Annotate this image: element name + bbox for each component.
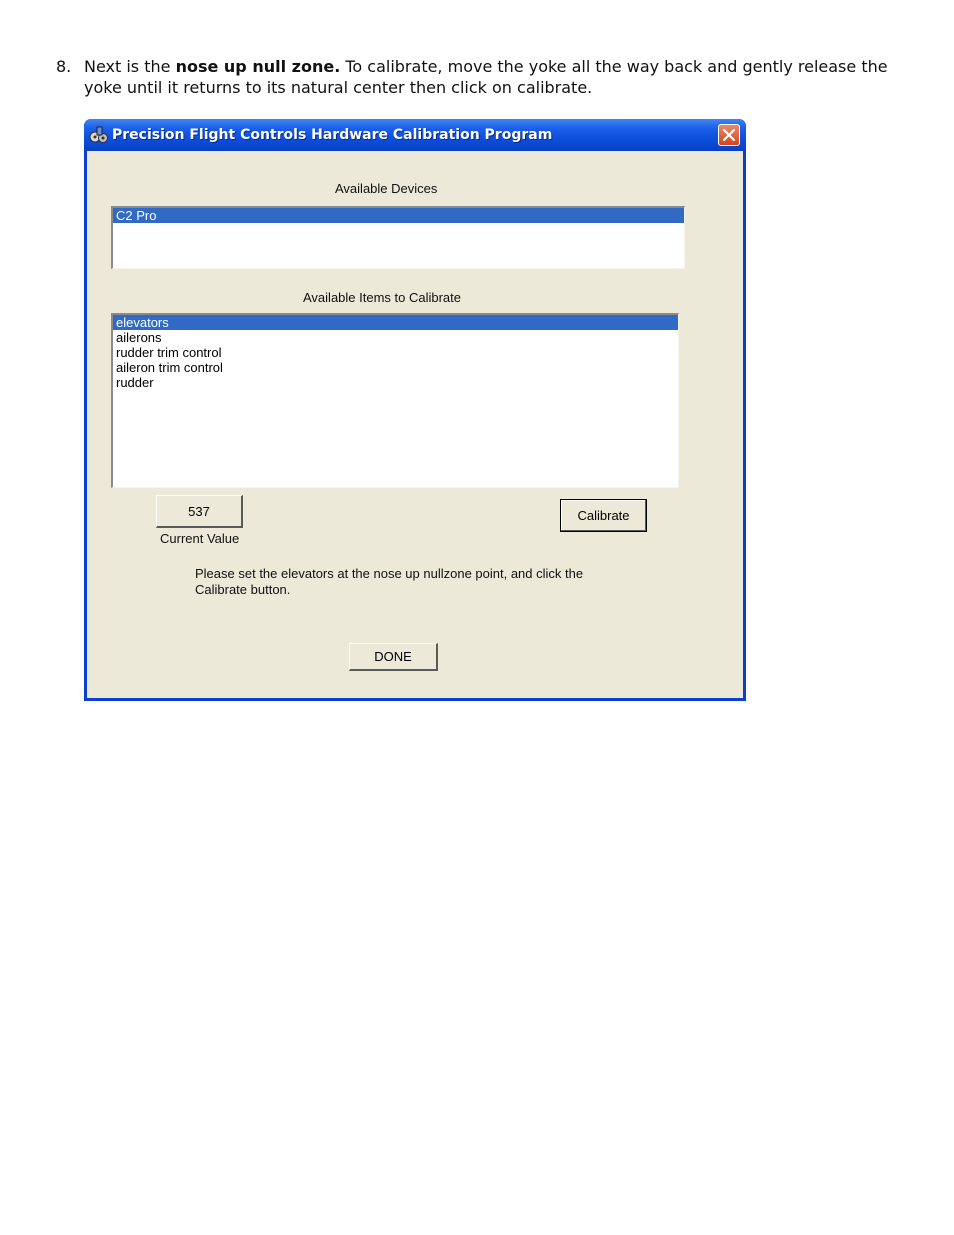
item-rudder[interactable]: rudder [113,375,678,390]
window-title: Precision Flight Controls Hardware Calib… [112,127,553,143]
device-item[interactable]: C2 Pro [113,208,684,223]
item-rudder-trim-control[interactable]: rudder trim control [113,345,678,360]
item-elevators[interactable]: elevators [113,315,678,330]
title-bar[interactable]: Precision Flight Controls Hardware Calib… [84,119,746,151]
instruction-bold: nose up null zone. [175,57,341,76]
current-value-display: 537 [156,495,243,528]
instruction-text: Next is the nose up null zone. To calibr… [84,56,916,98]
close-icon [722,128,736,142]
close-button[interactable] [718,124,740,146]
item-aileron-trim-control[interactable]: aileron trim control [113,360,678,375]
dialog-client-area: Available Devices C2 Pro Available Items… [87,151,743,698]
done-button[interactable]: DONE [349,643,438,671]
devices-label: Available Devices [335,181,438,196]
calibration-window: Precision Flight Controls Hardware Calib… [84,119,746,701]
instruction-paragraph: 8. Next is the nose up null zone. To cal… [56,56,916,98]
devices-listbox[interactable]: C2 Pro [111,206,685,269]
instruction-prefix: Next is the [84,57,176,76]
calibrate-button[interactable]: Calibrate [560,499,647,532]
current-value-label: Current Value [160,531,240,546]
item-ailerons[interactable]: ailerons [113,330,678,345]
items-label: Available Items to Calibrate [303,290,462,305]
step-number: 8. [56,57,72,76]
instruction-message: Please set the elevators at the nose up … [195,566,584,597]
aircraft-controls-icon [89,126,108,143]
items-listbox[interactable]: elevators ailerons rudder trim control a… [111,313,679,488]
